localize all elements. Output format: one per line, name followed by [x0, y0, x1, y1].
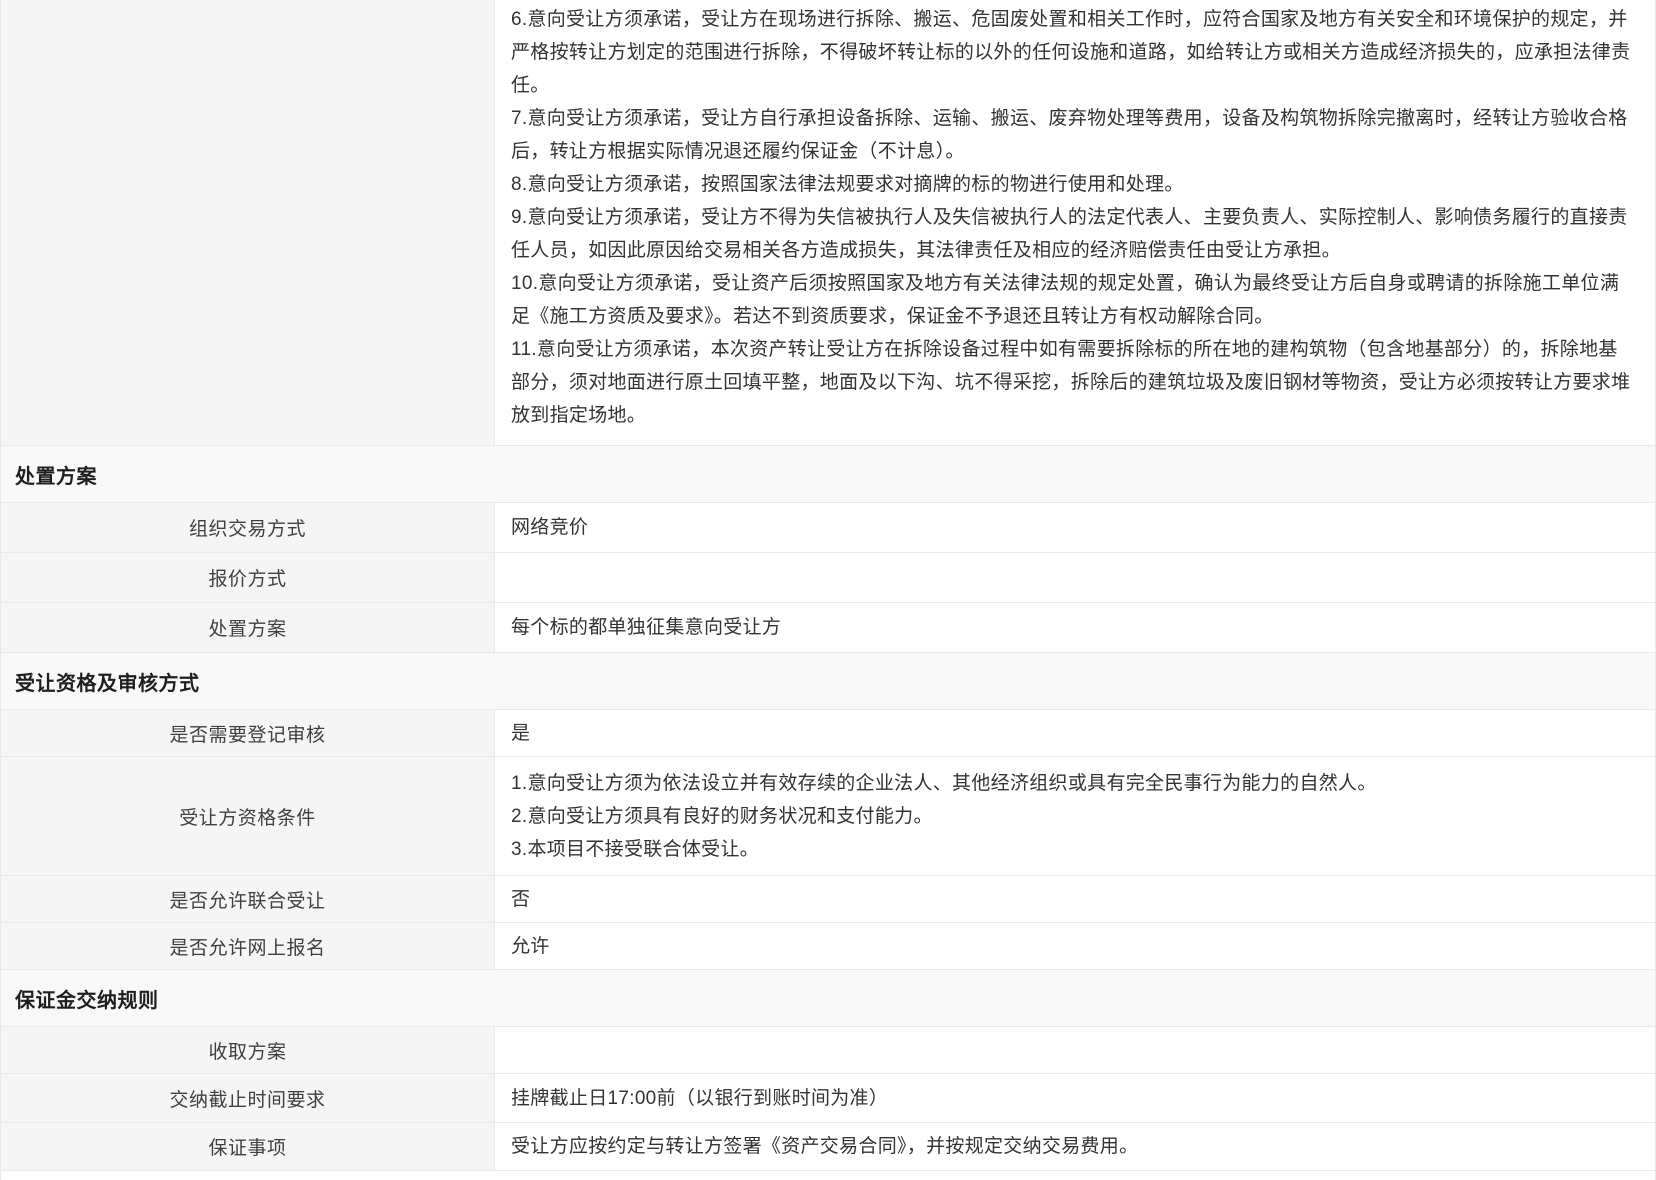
field-label	[1, 0, 495, 445]
table-row: 受让方资格条件 1.意向受让方须为依法设立并有效存续的企业法人、其他经济组织或具有…	[1, 756, 1655, 875]
field-value-line: 11.意向受让方须承诺，本次资产转让受让方在拆除设备过程中如有需要拆除标的所在地…	[511, 333, 1633, 432]
field-value-line: 是	[511, 717, 1633, 750]
field-value-line: 10.意向受让方须承诺，受让资产后须按照国家及地方有关法律法规的规定处置，确认为…	[511, 267, 1633, 333]
section-header-row: 保证金交纳规则	[1, 969, 1655, 1026]
table-row: 是否允许联合受让 否	[1, 875, 1655, 922]
table-row: 保证事项 受让方应按约定与转让方签署《资产交易合同》，并按规定交纳交易费用。	[1, 1122, 1655, 1170]
section-header-row: 处置方案	[1, 445, 1655, 502]
field-label-text: 是否允许联合受让	[169, 886, 325, 913]
field-label-text: 是否允许网上报名	[169, 933, 325, 960]
field-label-text: 受让方资格条件	[179, 803, 316, 830]
field-label: 受让方资格条件	[1, 757, 495, 875]
table-row: 6.意向受让方须承诺，受让方在现场进行拆除、搬运、危固废处置和相关工作时，应符合…	[1, 0, 1655, 445]
table-row: 处置方案 每个标的都单独征集意向受让方	[1, 602, 1655, 652]
table-row: 交纳截止时间要求 挂牌截止日17:00前（以银行到账时间为准）	[1, 1073, 1655, 1122]
field-value-line: 6.意向受让方须承诺，受让方在现场进行拆除、搬运、危固废处置和相关工作时，应符合…	[511, 3, 1633, 102]
field-label: 是否允许联合受让	[1, 876, 495, 922]
field-label-text: 保证事项	[208, 1133, 286, 1160]
field-value-line: 2.意向受让方须具有良好的财务状况和支付能力。	[511, 800, 1633, 833]
table-row: 是否需要登记审核 是	[1, 709, 1655, 756]
asset-listing-detail-table: 6.意向受让方须承诺，受让方在现场进行拆除、搬运、危固废处置和相关工作时，应符合…	[0, 0, 1656, 1180]
field-value-line: 否	[511, 883, 1633, 916]
table-row: 是否允许网上报名 允许	[1, 922, 1655, 969]
table-bottom-strip	[1, 1170, 1655, 1180]
field-label: 处置方案	[1, 603, 495, 652]
field-label: 收取方案	[1, 1027, 495, 1073]
section-title: 受让资格及审核方式	[15, 667, 200, 696]
field-label: 是否允许网上报名	[1, 923, 495, 969]
field-label: 交纳截止时间要求	[1, 1074, 495, 1122]
section-title: 保证金交纳规则	[15, 984, 159, 1013]
field-label: 报价方式	[1, 553, 495, 602]
field-value-line: 8.意向受让方须承诺，按照国家法律法规要求对摘牌的标的物进行使用和处理。	[511, 168, 1633, 201]
field-value: 6.意向受让方须承诺，受让方在现场进行拆除、搬运、危固废处置和相关工作时，应符合…	[495, 0, 1655, 445]
field-value-line: 3.本项目不接受联合体受让。	[511, 833, 1633, 866]
field-value: 挂牌截止日17:00前（以银行到账时间为准）	[495, 1074, 1655, 1122]
field-label: 是否需要登记审核	[1, 710, 495, 756]
field-value-line: 1.意向受让方须为依法设立并有效存续的企业法人、其他经济组织或具有完全民事行为能…	[511, 767, 1633, 800]
field-value: 每个标的都单独征集意向受让方	[495, 603, 1655, 652]
field-label-text: 报价方式	[208, 564, 286, 591]
field-value-line: 7.意向受让方须承诺，受让方自行承担设备拆除、运输、搬运、废弃物处理等费用，设备…	[511, 102, 1633, 168]
field-label-text: 交纳截止时间要求	[169, 1085, 325, 1112]
field-value	[495, 553, 1655, 602]
table-row: 收取方案	[1, 1026, 1655, 1073]
field-label: 保证事项	[1, 1123, 495, 1170]
field-value: 受让方应按约定与转让方签署《资产交易合同》，并按规定交纳交易费用。	[495, 1123, 1655, 1170]
table-row: 报价方式	[1, 552, 1655, 602]
field-value: 允许	[495, 923, 1655, 969]
field-value: 是	[495, 710, 1655, 756]
field-value-line: 网络竞价	[511, 511, 1633, 544]
field-label-text: 收取方案	[208, 1037, 286, 1064]
field-value-line: 挂牌截止日17:00前（以银行到账时间为准）	[511, 1082, 1633, 1115]
field-value: 1.意向受让方须为依法设立并有效存续的企业法人、其他经济组织或具有完全民事行为能…	[495, 757, 1655, 875]
field-value: 否	[495, 876, 1655, 922]
field-label: 组织交易方式	[1, 503, 495, 552]
field-value-line: 9.意向受让方须承诺，受让方不得为失信被执行人及失信被执行人的法定代表人、主要负…	[511, 201, 1633, 267]
field-value-line: 受让方应按约定与转让方签署《资产交易合同》，并按规定交纳交易费用。	[511, 1130, 1633, 1163]
field-value-line: 每个标的都单独征集意向受让方	[511, 611, 1633, 644]
table-row: 组织交易方式 网络竞价	[1, 502, 1655, 552]
field-label-text: 组织交易方式	[189, 514, 306, 541]
field-value	[495, 1027, 1655, 1073]
section-title: 处置方案	[15, 460, 97, 489]
field-label-text: 是否需要登记审核	[169, 720, 325, 747]
field-label-text: 处置方案	[208, 614, 286, 641]
section-header-row: 受让资格及审核方式	[1, 652, 1655, 709]
field-value-line: 允许	[511, 930, 1633, 963]
field-value: 网络竞价	[495, 503, 1655, 552]
